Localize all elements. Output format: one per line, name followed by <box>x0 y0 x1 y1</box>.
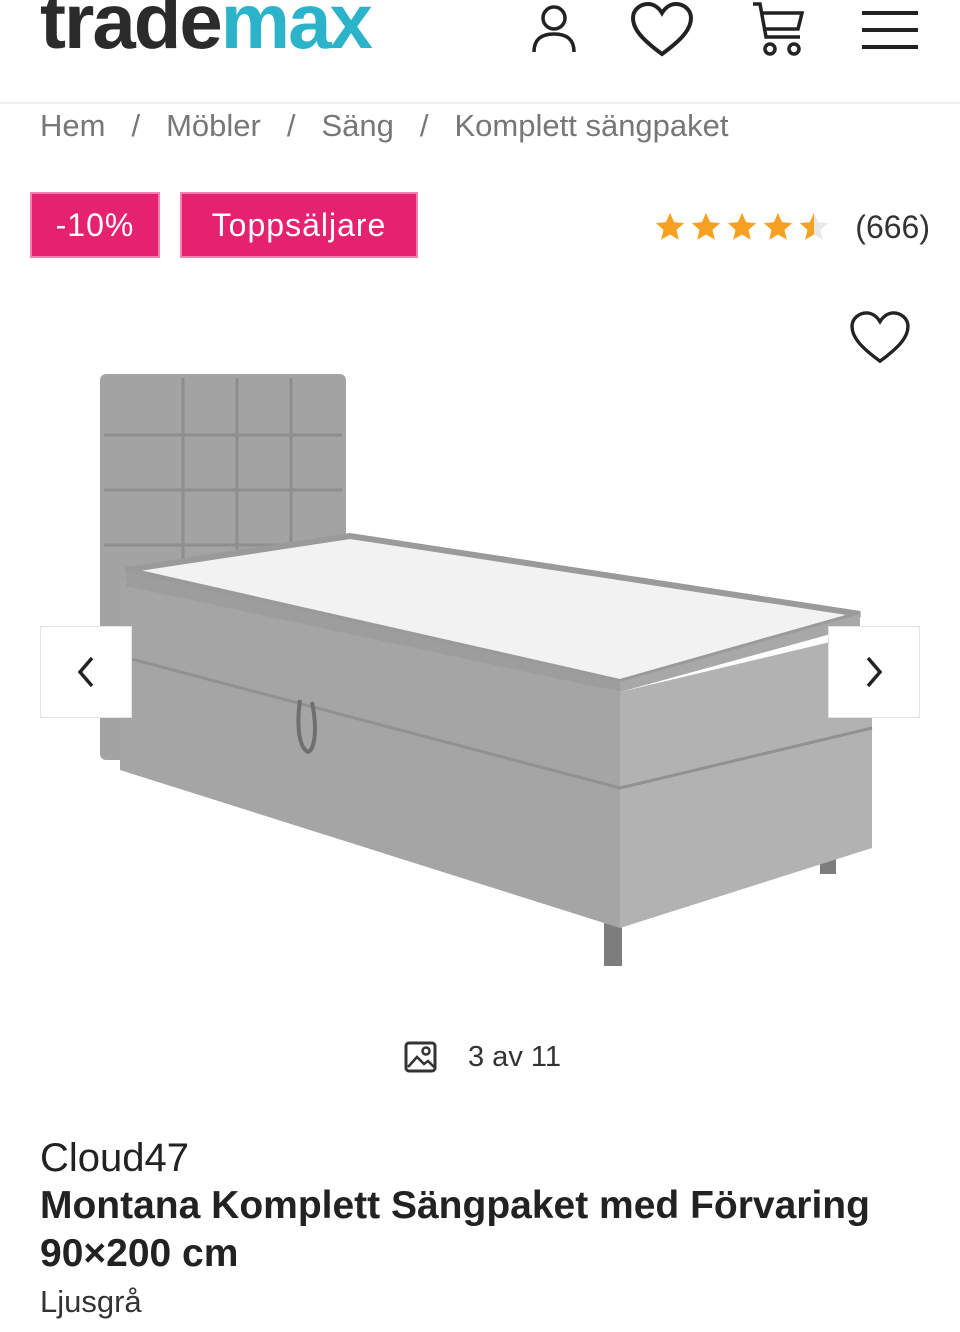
cart-icon[interactable] <box>748 0 808 60</box>
bestseller-badge: Toppsäljare <box>180 192 418 258</box>
site-header: trademax <box>0 0 960 104</box>
logo-text-trade: trade <box>40 0 223 65</box>
chevron-left-icon <box>77 656 94 688</box>
star-icon <box>692 212 721 240</box>
logo-text-max: max <box>220 0 373 65</box>
product-brand[interactable]: Cloud47 <box>40 1136 189 1181</box>
breadcrumb-item-mobler[interactable]: Möbler <box>166 108 261 144</box>
star-icon <box>656 212 685 240</box>
breadcrumb-item-komplett-sangpaket[interactable]: Komplett sängpaket <box>455 108 729 144</box>
heart-icon[interactable] <box>628 0 696 60</box>
product-image[interactable] <box>60 340 920 990</box>
product-variant: Ljusgrå <box>40 1284 142 1319</box>
star-icon <box>764 212 793 240</box>
rating-count: (666) <box>855 208 930 245</box>
image-icon <box>404 1041 437 1073</box>
breadcrumb-separator: / <box>419 108 429 143</box>
gallery-prev-button[interactable] <box>40 626 132 718</box>
breadcrumb-item-hem[interactable]: Hem <box>40 108 105 144</box>
trademax-logo[interactable]: trademax <box>40 0 373 60</box>
half-star-icon <box>800 212 829 240</box>
rating-stars <box>653 210 831 244</box>
star-icon <box>728 212 757 240</box>
breadcrumb: Hem / Möbler / Säng / Komplett sängpaket <box>40 106 729 146</box>
discount-badge: -10% <box>30 192 160 258</box>
user-icon[interactable] <box>526 0 582 60</box>
gallery-counter-text: 3 av 11 <box>468 1040 561 1073</box>
breadcrumb-separator: / <box>286 108 296 143</box>
gallery-counter: 3 av 11 <box>404 1036 561 1078</box>
product-rating[interactable]: (666) <box>653 205 930 249</box>
menu-icon[interactable] <box>858 0 922 60</box>
product-title: Montana Komplett Sängpaket med Förvaring… <box>40 1184 870 1275</box>
gallery-next-button[interactable] <box>828 626 920 718</box>
breadcrumb-separator: / <box>131 108 141 143</box>
breadcrumb-item-sang[interactable]: Säng <box>321 108 393 144</box>
chevron-right-icon <box>866 656 883 688</box>
